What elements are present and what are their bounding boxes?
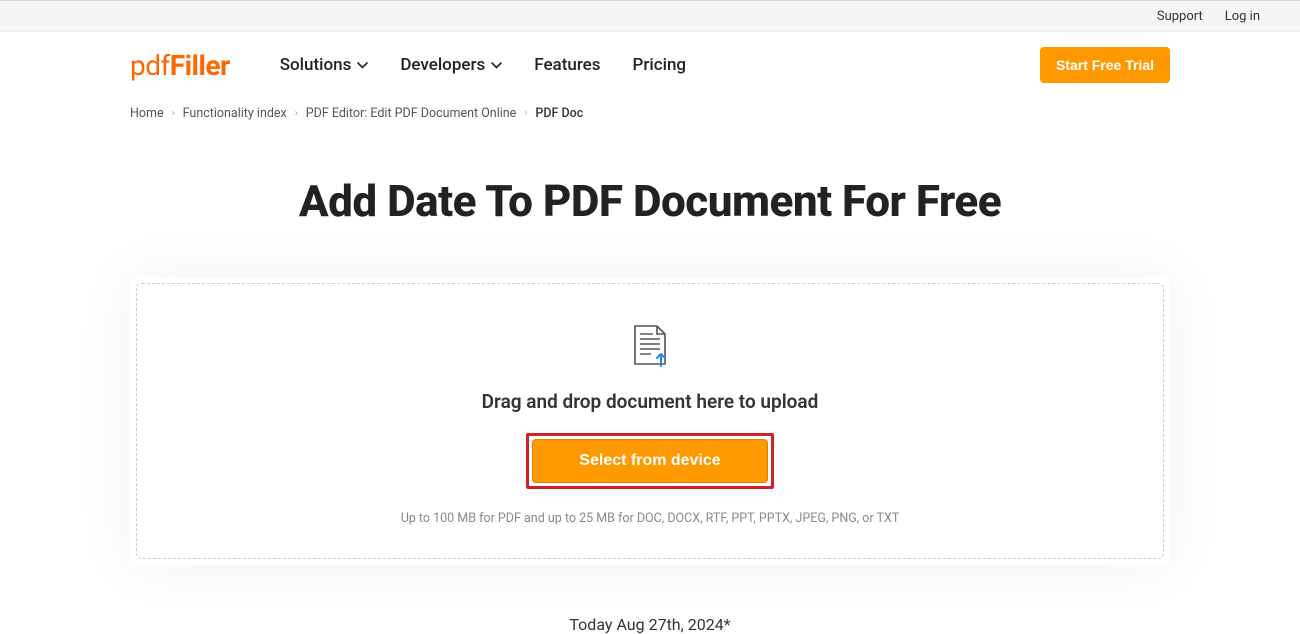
chevron-down-icon <box>357 62 368 69</box>
main-header: pdfFiller Solutions Developers Features … <box>0 32 1300 98</box>
breadcrumb-separator: › <box>295 108 298 119</box>
nav-pricing-label: Pricing <box>633 55 687 75</box>
logo-part1: pdf <box>130 49 170 82</box>
upload-dropzone[interactable]: Drag and drop document here to upload Se… <box>136 283 1164 559</box>
nav-features-label: Features <box>534 55 600 75</box>
select-button-highlight: Select from device <box>526 433 773 489</box>
today-date-text: Today Aug 27th, 2024* <box>0 615 1300 634</box>
document-upload-icon <box>631 324 669 372</box>
page-title: Add Date To PDF Document For Free <box>0 175 1300 227</box>
logo-part2: Filler <box>170 49 230 82</box>
breadcrumb: Home › Functionality index › PDF Editor:… <box>0 98 1300 135</box>
breadcrumb-current: PDF Doc <box>535 106 583 121</box>
select-from-device-button[interactable]: Select from device <box>532 439 767 483</box>
top-utility-bar: Support Log in <box>0 0 1300 32</box>
breadcrumb-home[interactable]: Home <box>130 106 164 121</box>
support-link[interactable]: Support <box>1157 9 1203 24</box>
breadcrumb-separator: › <box>172 108 175 119</box>
start-free-trial-button[interactable]: Start Free Trial <box>1040 47 1170 83</box>
nav-developers-label: Developers <box>400 55 485 75</box>
nav-pricing[interactable]: Pricing <box>633 55 687 75</box>
nav-developers[interactable]: Developers <box>400 55 502 75</box>
upload-instruction: Drag and drop document here to upload <box>482 390 819 413</box>
upload-card: Drag and drop document here to upload Se… <box>130 277 1170 565</box>
nav-features[interactable]: Features <box>534 55 600 75</box>
breadcrumb-separator: › <box>524 108 527 119</box>
nav-solutions[interactable]: Solutions <box>280 55 369 75</box>
breadcrumb-functionality-index[interactable]: Functionality index <box>183 106 287 121</box>
upload-size-note: Up to 100 MB for PDF and up to 25 MB for… <box>401 511 900 526</box>
logo[interactable]: pdfFiller <box>130 49 230 82</box>
nav-solutions-label: Solutions <box>280 55 352 75</box>
login-link[interactable]: Log in <box>1225 9 1260 24</box>
breadcrumb-pdf-editor[interactable]: PDF Editor: Edit PDF Document Online <box>306 106 517 121</box>
chevron-down-icon <box>491 62 502 69</box>
main-nav: Solutions Developers Features Pricing <box>280 55 686 75</box>
